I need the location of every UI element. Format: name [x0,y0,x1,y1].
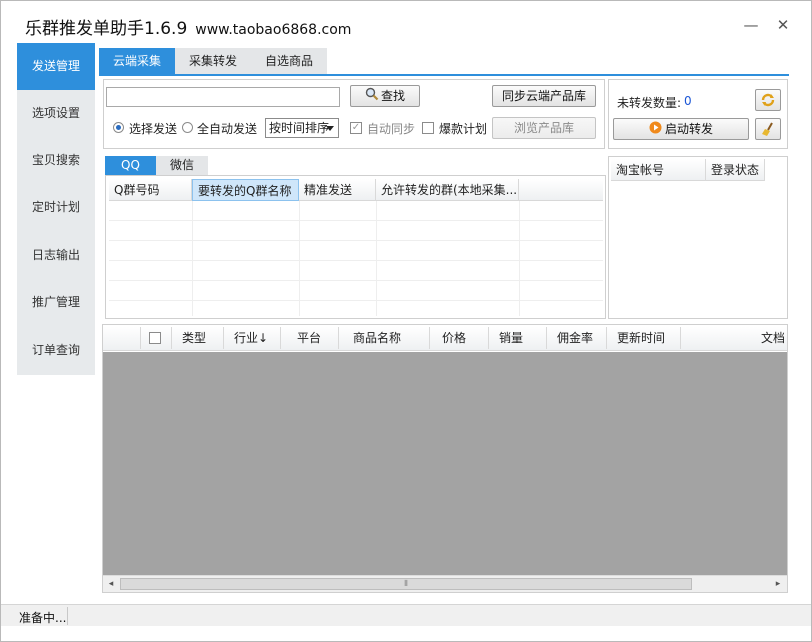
grip-icon: ⦀ [404,579,408,588]
col-allowed-groups[interactable]: 允许转发的群(本地采集... [376,179,519,201]
status-bar: 准备中... [1,604,811,626]
grid-line [299,201,300,316]
radio-auto-send[interactable] [182,122,193,133]
tab-underline [99,74,789,76]
scroll-right-icon[interactable]: ▸ [770,576,786,592]
status-separator [67,607,68,625]
hot-plan-checkbox[interactable] [422,122,434,134]
radio-select-send[interactable] [113,122,124,133]
radio-select-send-label: 选择发送 [129,122,178,136]
radio-auto-send-label: 全自动发送 [197,122,258,136]
tab-custom-products[interactable]: 自选商品 [251,48,327,74]
play-icon [649,120,662,140]
product-grid-area [103,352,787,575]
start-forward-button[interactable]: 启动转发 [613,118,749,140]
scrollbar-thumb[interactable]: ⦀ [120,578,692,590]
col-industry[interactable]: 行业↓ [224,327,281,349]
minimize-button[interactable]: — [741,15,761,35]
auto-sync-checkbox[interactable]: ✓ [350,122,362,134]
col-login-status[interactable]: 登录状态 [706,159,765,181]
close-button[interactable]: ✕ [773,15,793,35]
app-url: www.taobao6868.com [195,22,352,38]
col-taobao-account[interactable]: 淘宝帐号 [611,159,706,181]
select-all-checkbox[interactable] [149,332,161,344]
col-blank [103,327,141,349]
app-window: 乐群推发单助手1.6.9 www.taobao6868.com — ✕ 发送管理 … [0,0,812,642]
product-table: 类型 行业↓ 平台 商品名称 价格 销量 佣金率 更新时间 文档 ◂ ⦀ ▸ [102,324,788,593]
browse-products-button[interactable]: 浏览产品库 [492,117,596,139]
sync-cloud-button[interactable]: 同步云端产品库 [492,85,596,107]
hot-plan-label: 爆款计划 [439,122,488,136]
col-group-number[interactable]: Q群号码 [109,179,192,201]
sort-select[interactable]: 按时间排序 [265,118,339,138]
sidebar: 发送管理 选项设置 宝贝搜索 定时计划 日志输出 推广管理 订单查询 [17,43,95,375]
magnifier-icon [365,87,379,107]
broom-icon [760,122,776,140]
sidebar-item-send-management[interactable]: 发送管理 [17,43,95,90]
sidebar-item-promotion[interactable]: 推广管理 [17,279,95,326]
horizontal-scrollbar[interactable]: ◂ ⦀ ▸ [103,575,787,592]
tab-wechat[interactable]: 微信 [156,156,208,175]
table-row [109,221,603,241]
dropdown-arrow-icon [326,126,334,131]
table-row [109,261,603,281]
tab-collect-forward[interactable]: 采集转发 [175,48,251,74]
unforwarded-count: 0 [684,94,692,108]
grid-line [519,201,520,316]
refresh-icon [760,93,776,111]
search-button-label: 查找 [380,89,405,103]
status-text: 准备中... [19,611,67,625]
start-forward-label: 启动转发 [664,122,713,136]
sidebar-item-schedule[interactable]: 定时计划 [17,184,95,231]
col-commission[interactable]: 佣金率 [547,327,607,349]
table-row [109,241,603,261]
app-title: 乐群推发单助手1.6.9 [25,19,188,39]
clear-button[interactable] [755,118,781,140]
col-document[interactable]: 文档 [681,327,787,349]
sort-down-icon: ↓ [258,331,269,345]
product-table-header: 类型 行业↓ 平台 商品名称 价格 销量 佣金率 更新时间 文档 [103,327,787,351]
window-title: 乐群推发单助手1.6.9 www.taobao6868.com [25,14,351,39]
sidebar-item-orders[interactable]: 订单查询 [17,327,95,374]
grid-line [376,201,377,316]
sidebar-item-options[interactable]: 选项设置 [17,90,95,137]
col-update-time[interactable]: 更新时间 [607,327,681,349]
col-industry-label: 行业 [234,331,259,345]
search-input[interactable] [106,87,340,107]
account-table-header: 淘宝帐号 登录状态 [611,159,765,181]
auto-sync-label: 自动同步 [367,122,416,136]
col-precise-send[interactable]: 精准发送 [299,179,376,201]
col-select-all[interactable] [141,327,172,349]
sidebar-item-product-search[interactable]: 宝贝搜索 [17,137,95,184]
table-row [109,201,603,221]
sort-select-value: 按时间排序 [269,121,330,135]
grid-line [192,201,193,316]
sidebar-item-log[interactable]: 日志输出 [17,232,95,279]
scroll-left-icon[interactable]: ◂ [103,576,119,592]
group-table-header: Q群号码 要转发的Q群名称 精准发送 允许转发的群(本地采集... [109,179,603,201]
account-table: 淘宝帐号 登录状态 [608,156,788,319]
col-price[interactable]: 价格 [430,327,489,349]
unforwarded-label: 未转发数量: [617,96,682,110]
col-product-name[interactable]: 商品名称 [339,327,430,349]
search-button[interactable]: 查找 [350,85,420,107]
tab-cloud-collect[interactable]: 云端采集 [99,48,175,74]
refresh-button[interactable] [755,89,781,111]
col-sales[interactable]: 销量 [489,327,547,349]
tab-qq[interactable]: QQ [105,156,156,175]
col-group-name[interactable]: 要转发的Q群名称 [192,179,299,201]
title-bar: 乐群推发单助手1.6.9 www.taobao6868.com — ✕ [1,1,811,41]
table-row [109,281,603,301]
col-type[interactable]: 类型 [172,327,224,349]
col-platform[interactable]: 平台 [281,327,339,349]
group-table: Q群号码 要转发的Q群名称 精准发送 允许转发的群(本地采集... [105,175,606,319]
